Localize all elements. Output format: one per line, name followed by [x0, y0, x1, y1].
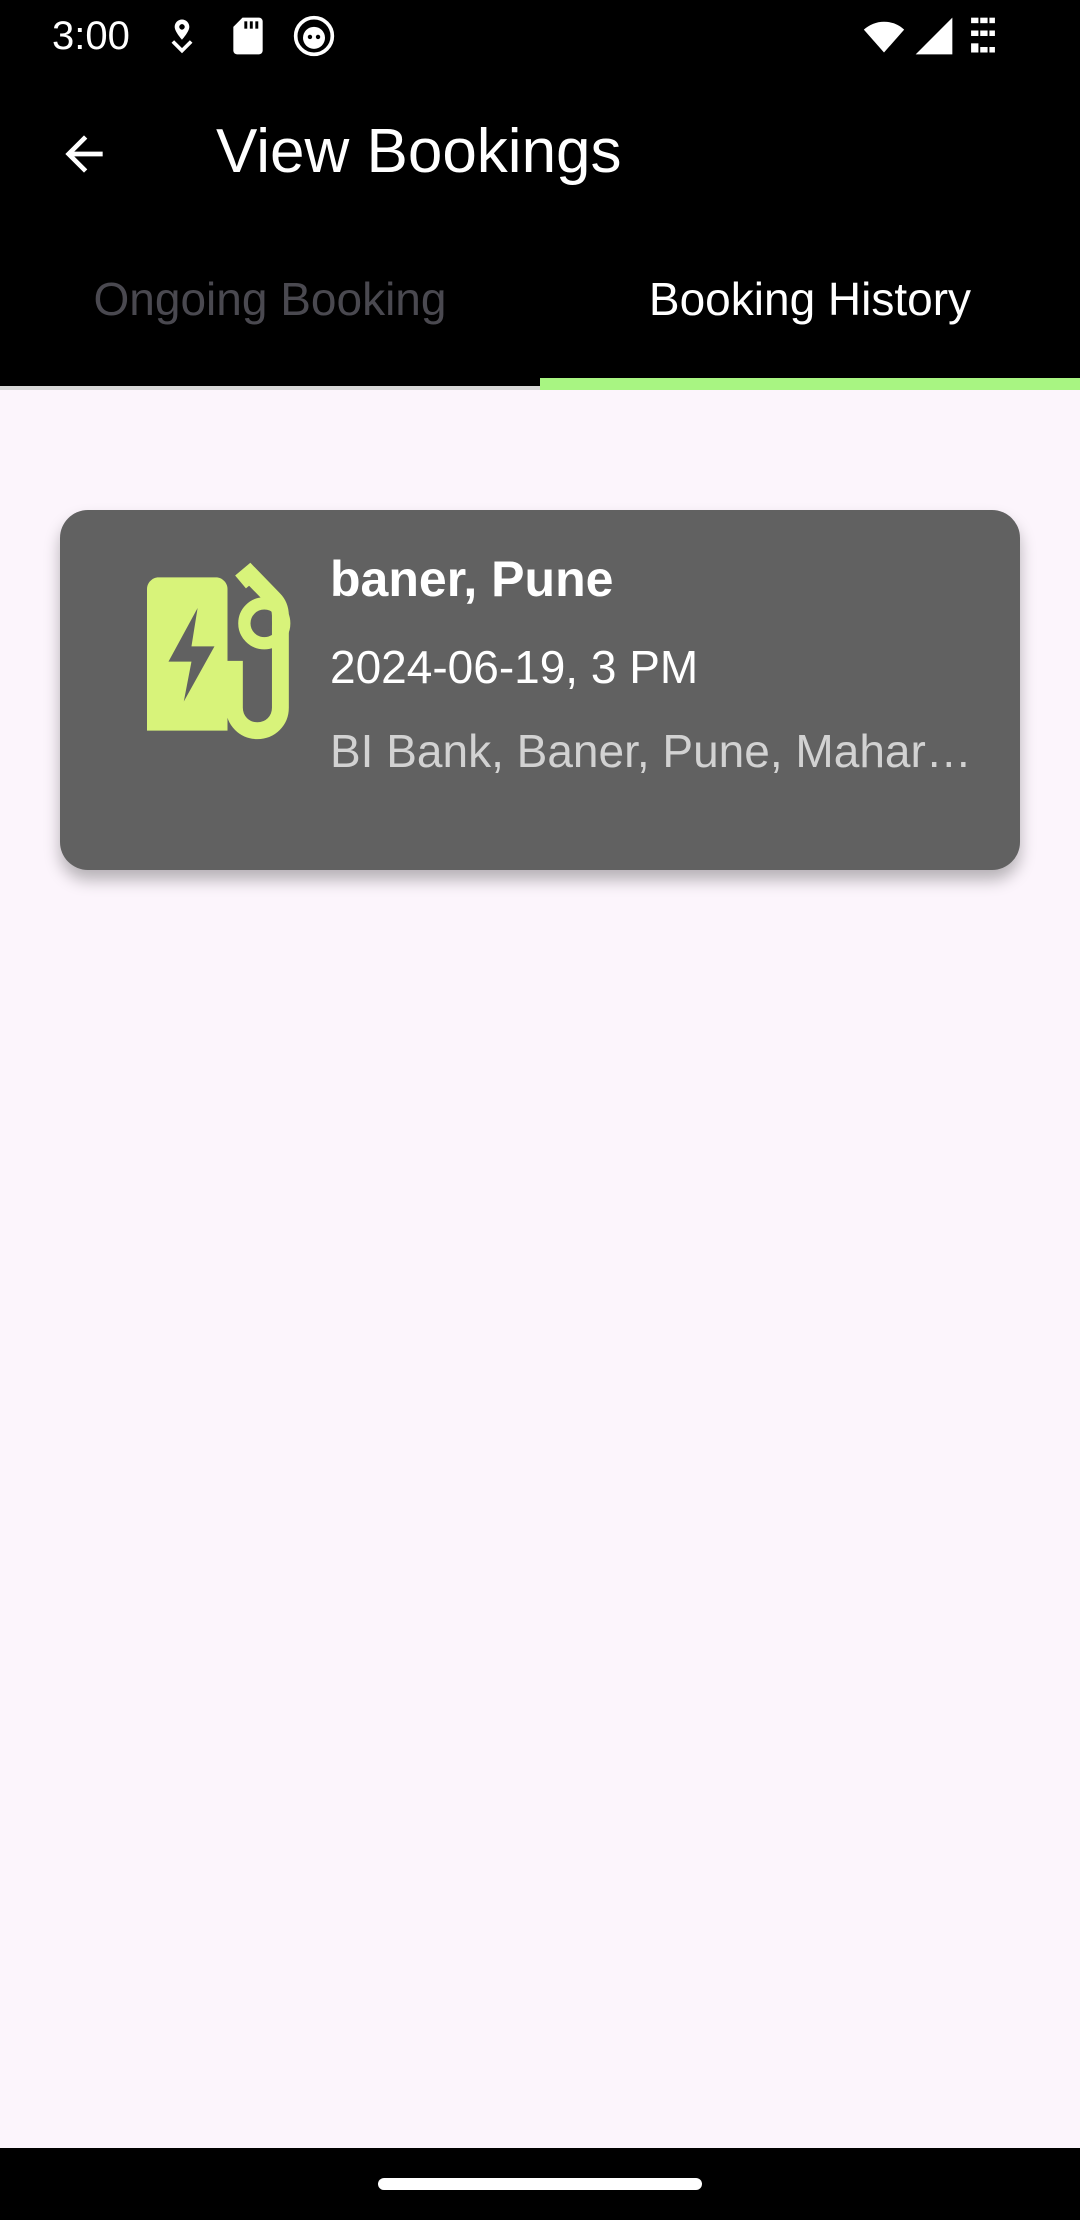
battery-icon: [971, 17, 995, 53]
cellular-signal-icon: [915, 17, 953, 55]
arrow-back-icon: [65, 135, 103, 173]
location-pin-icon: [171, 19, 193, 54]
tab-ongoing-booking[interactable]: Ongoing Booking: [0, 238, 540, 390]
app-face-icon: [293, 15, 335, 57]
back-button[interactable]: [44, 114, 124, 194]
tab-active-indicator: [540, 378, 1080, 390]
status-bar: 3:00: [0, 0, 1080, 72]
sd-card-icon: [233, 17, 263, 55]
tab-booking-history[interactable]: Booking History: [540, 238, 1080, 390]
status-time: 3:00: [52, 14, 130, 58]
home-gesture-handle[interactable]: [378, 2178, 702, 2190]
wifi-icon: [863, 21, 905, 53]
tab-bar: Ongoing Booking Booking History: [0, 238, 1080, 390]
booking-card[interactable]: baner, Pune 2024-06-19, 3 PM BI Bank, Ba…: [60, 510, 1020, 870]
booking-title: baner, Pune: [330, 551, 614, 607]
system-nav-bar: [0, 2148, 1080, 2220]
app-bar: View Bookings: [0, 72, 1080, 238]
booking-list: baner, Pune 2024-06-19, 3 PM BI Bank, Ba…: [0, 390, 1080, 2148]
page-title: View Bookings: [216, 117, 622, 186]
ev-station-icon: [147, 562, 291, 740]
booking-address: BI Bank, Baner, Pune, Mahar…: [330, 725, 972, 777]
booking-datetime: 2024-06-19, 3 PM: [330, 641, 699, 693]
